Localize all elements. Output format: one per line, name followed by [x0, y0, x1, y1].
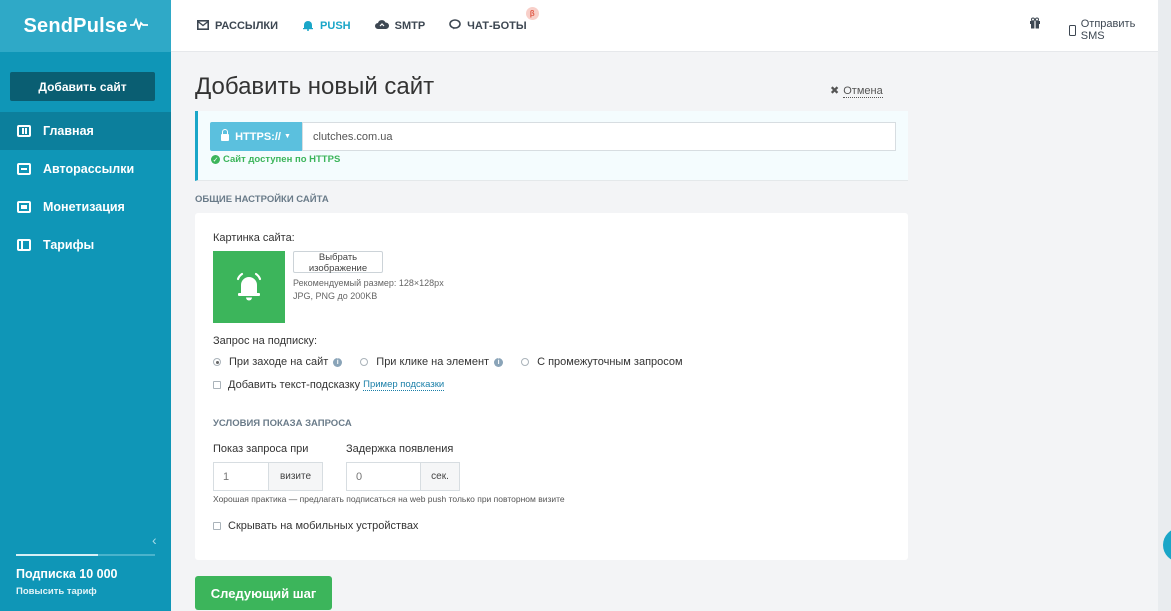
autoresponder-icon [17, 163, 31, 175]
delay-label: Задержка появления [346, 443, 454, 455]
close-icon: ✖ [830, 85, 840, 97]
display-conditions-heading: УСЛОВИЯ ПОКАЗА ЗАПРОСА [213, 418, 352, 429]
add-site-button[interactable]: Добавить сайт [10, 72, 155, 101]
visit-number-input[interactable] [213, 462, 269, 491]
cloud-upload-icon [374, 19, 389, 33]
visit-unit: визите [269, 462, 323, 491]
plan-usage-bar [16, 554, 155, 556]
sidebar-item-home[interactable]: Главная [0, 112, 171, 150]
tab-push[interactable]: PUSH [302, 19, 351, 34]
tab-label: SMTP [394, 20, 426, 32]
choose-image-button[interactable]: Выбрать изображение [293, 251, 383, 274]
tab-label: ЧАТ-БОТЫ [467, 20, 527, 32]
monetization-icon [17, 201, 31, 213]
upgrade-plan-link[interactable]: Повысить тариф [16, 586, 97, 597]
sidebar-item-label: Тарифы [43, 238, 95, 252]
cancel-label: Отмена [843, 85, 883, 98]
tab-label: РАССЫЛКИ [215, 20, 279, 32]
page-title: Добавить новый сайт [195, 73, 435, 100]
sidebar: SendPulse Добавить сайт Главная Авторасс… [0, 0, 171, 611]
recommended-size-hint: Рекомендуемый размер: 128×128px [293, 278, 444, 288]
request-options: При заходе на сайт i При клике на элемен… [213, 356, 683, 368]
show-visit-group: визите [213, 462, 323, 491]
beta-badge: β [525, 7, 539, 20]
subscription-request-label: Запрос на подписку: [213, 335, 318, 347]
settings-card: Картинка сайта: Выбрать изображение Реко… [195, 213, 908, 560]
site-url-panel: HTTPS:// ▼ ✓ Сайт доступен по HTTPS [195, 111, 908, 181]
protocol-label: HTTPS:// [235, 130, 281, 143]
hide-mobile-row: Скрывать на мобильных устройствах [213, 520, 418, 532]
sidebar-nav: Главная Авторассылки Монетизация Тарифы [0, 112, 171, 264]
envelope-icon [197, 19, 209, 33]
radio-label: При клике на элемент [376, 356, 490, 368]
gift-icon[interactable] [1029, 17, 1041, 32]
sidebar-item-pricing[interactable]: Тарифы [0, 226, 171, 264]
lock-icon [221, 129, 230, 141]
radio-intermediate[interactable] [521, 358, 530, 366]
plan-title: Подписка 10 000 [16, 567, 118, 581]
sidebar-item-monetization[interactable]: Монетизация [0, 188, 171, 226]
https-status-label: Сайт доступен по HTTPS [223, 154, 341, 165]
sidebar-item-label: Главная [43, 124, 94, 138]
hint-text-checkbox[interactable] [213, 381, 221, 389]
site-url-input[interactable] [302, 122, 896, 151]
hide-mobile-checkbox[interactable] [213, 522, 221, 530]
sidebar-item-label: Монетизация [43, 200, 125, 214]
dashboard-icon [17, 125, 31, 137]
site-image-preview [213, 251, 285, 323]
next-step-button[interactable]: Следующий шаг [195, 576, 332, 610]
collapse-sidebar-icon[interactable]: ‹ [152, 532, 157, 548]
pricing-icon [17, 239, 31, 251]
delay-input[interactable] [346, 462, 421, 491]
logo[interactable]: SendPulse [0, 0, 171, 52]
hint-example-link[interactable]: Пример подсказки [363, 379, 445, 391]
https-status: ✓ Сайт доступен по HTTPS [211, 154, 340, 165]
best-practice-hint: Хорошая практика — предлагать подписатьс… [213, 494, 565, 504]
hide-mobile-label: Скрывать на мобильных устройствах [228, 520, 419, 532]
tab-smtp[interactable]: SMTP [374, 19, 426, 33]
chat-icon [449, 19, 461, 33]
delay-group: сек. [346, 462, 460, 491]
info-icon[interactable]: i [494, 357, 504, 367]
radio-on-click[interactable] [360, 358, 369, 366]
formats-hint: JPG, PNG до 200KB [293, 291, 378, 301]
info-icon[interactable]: i [333, 357, 343, 367]
radio-label: При заходе на сайт [229, 356, 329, 368]
top-bar: РАССЫЛКИ PUSH SMTP ЧАТ-БОТЫ β Отправить … [171, 0, 1158, 52]
tab-chatbots[interactable]: ЧАТ-БОТЫ β [449, 7, 539, 33]
delay-unit: сек. [421, 462, 460, 491]
radio-label: С промежуточным запросом [537, 356, 683, 368]
hint-text-label: Добавить текст-подсказку [228, 379, 361, 391]
hint-text-row: Добавить текст-подсказку Пример подсказк… [213, 379, 445, 391]
check-circle-icon: ✓ [211, 155, 220, 164]
send-sms-button[interactable]: Отправить SMS [1069, 18, 1158, 42]
plan-usage-fill [16, 554, 98, 556]
show-request-label: Показ запроса при [213, 443, 309, 455]
phone-icon [1069, 24, 1076, 36]
scrollbar-track[interactable] [1158, 0, 1171, 611]
cancel-button[interactable]: ✖ Отмена [830, 84, 883, 98]
general-settings-heading: ОБЩИЕ НАСТРОЙКИ САЙТА [195, 194, 329, 205]
bell-icon [236, 272, 262, 301]
tab-label: PUSH [320, 20, 351, 32]
bell-icon [302, 19, 314, 34]
product-tabs: РАССЫЛКИ PUSH SMTP ЧАТ-БОТЫ β [197, 0, 551, 52]
site-image-label: Картинка сайта: [213, 232, 295, 244]
caret-down-icon: ▼ [283, 133, 291, 140]
send-sms-label: Отправить SMS [1080, 18, 1136, 42]
radio-on-visit[interactable] [213, 358, 221, 366]
pulse-icon [129, 17, 148, 35]
protocol-dropdown[interactable]: HTTPS:// ▼ [210, 122, 302, 151]
tab-emails[interactable]: РАССЫЛКИ [197, 19, 278, 33]
sidebar-item-label: Авторассылки [43, 162, 135, 176]
logo-text: SendPulse [23, 14, 128, 37]
sidebar-item-autoresponders[interactable]: Авторассылки [0, 150, 171, 188]
